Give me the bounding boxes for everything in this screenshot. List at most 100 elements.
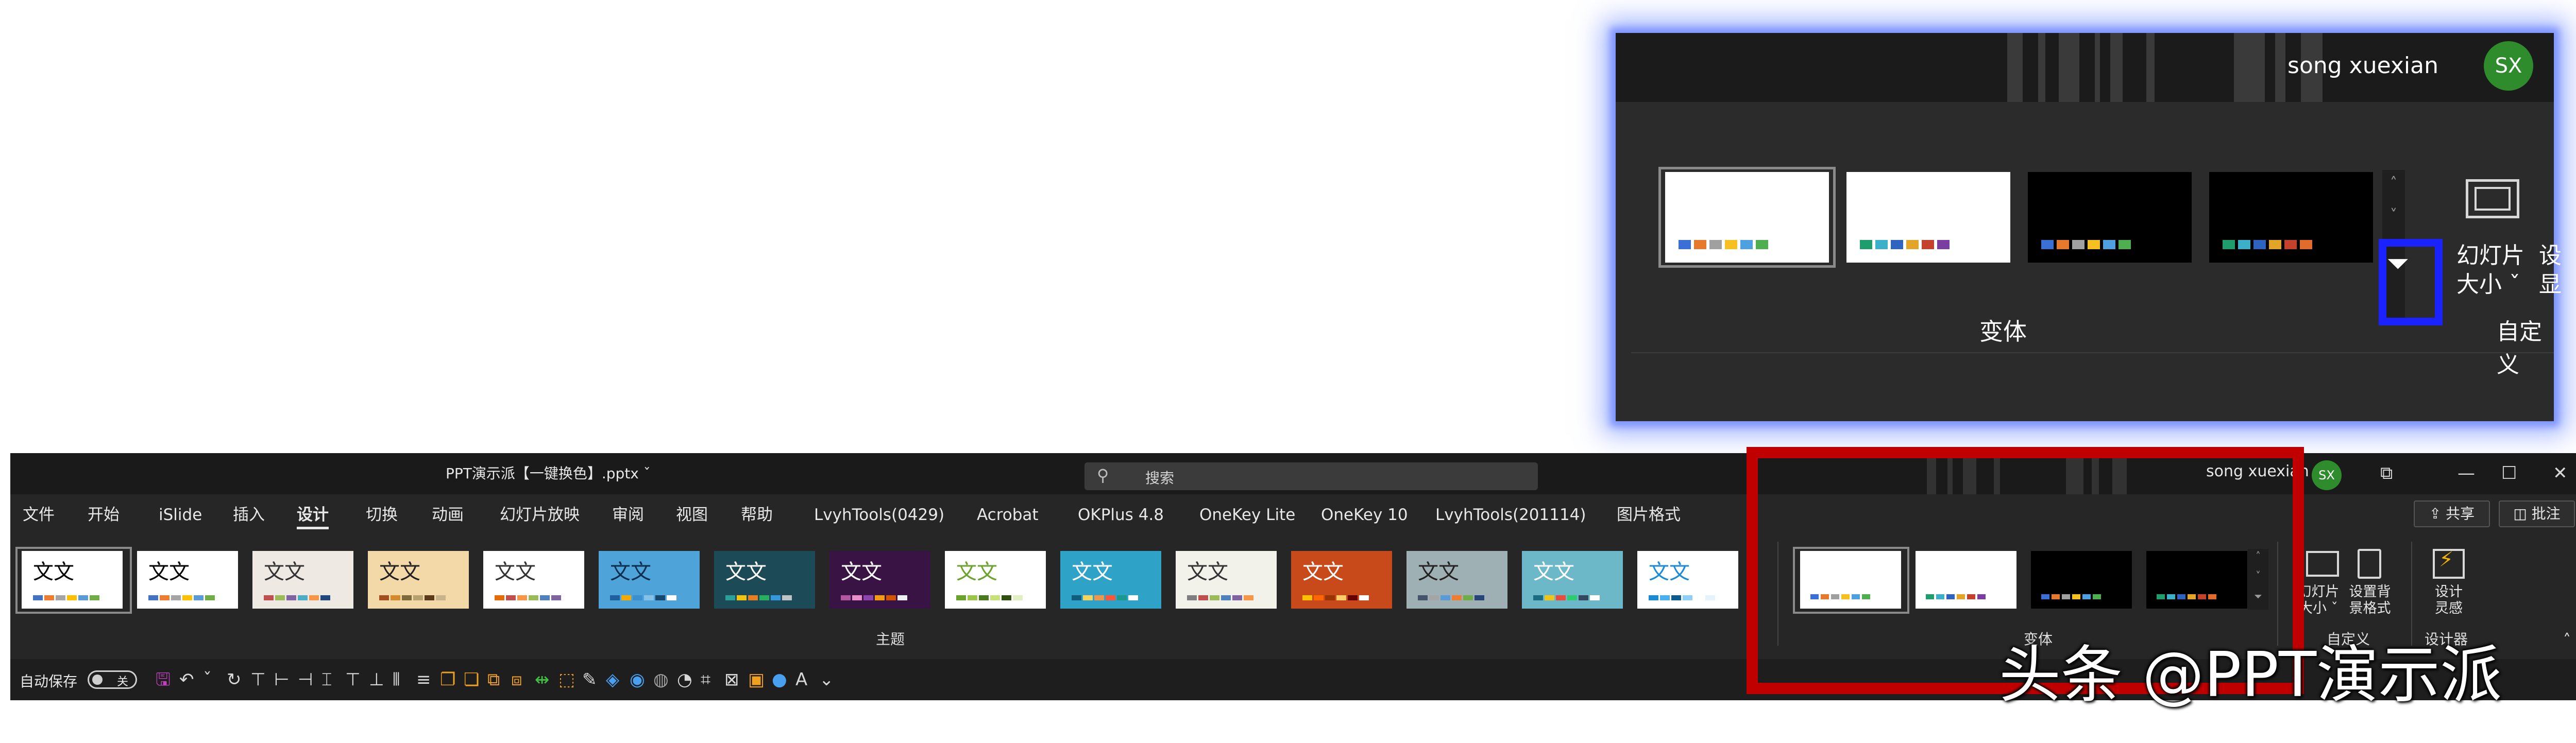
tab-2[interactable]: iSlide: [159, 504, 202, 526]
tab-4[interactable]: 设计: [297, 504, 329, 529]
align-bottom-icon[interactable]: ⊥: [369, 668, 384, 691]
size-icon[interactable]: ⇹: [535, 668, 550, 691]
theme-thumbnail[interactable]: 文文: [368, 551, 469, 609]
tab-6[interactable]: 动画: [432, 504, 464, 526]
close-icon[interactable]: ✕: [2553, 460, 2568, 486]
color-swatch: [1679, 240, 1691, 249]
shape-fill-icon[interactable]: ◈: [606, 668, 619, 691]
customize-qat-icon[interactable]: ⌄: [819, 668, 834, 691]
theme-thumbnail[interactable]: 文文: [137, 551, 238, 609]
theme-thumbnail[interactable]: 文文: [1060, 551, 1161, 609]
slide-size-icon[interactable]: [2306, 551, 2339, 577]
align-center-icon[interactable]: ⌶: [321, 668, 332, 691]
theme-thumbnail[interactable]: 文文: [252, 551, 353, 609]
tab-17[interactable]: 图片格式: [1617, 504, 1681, 526]
shape-effects-icon[interactable]: ◍: [653, 668, 669, 691]
comments-button[interactable]: ◫ 批注: [2499, 500, 2575, 527]
align-left-icon[interactable]: ⊢: [274, 668, 290, 691]
format-background-label-cut[interactable]: 设: [2539, 237, 2562, 270]
tab-16[interactable]: LvyhTools(201114): [1435, 504, 1586, 526]
theme-thumbnail[interactable]: 文文: [1637, 551, 1738, 609]
share-button[interactable]: ⇪ 共享: [2414, 500, 2490, 527]
align-middle-icon[interactable]: ⊤: [345, 668, 361, 691]
undo-icon[interactable]: ↶: [179, 668, 194, 691]
search-box[interactable]: ⚲ 搜索: [1084, 462, 1538, 490]
group-icon[interactable]: ⧉: [487, 668, 500, 691]
decor-stripe: [2059, 33, 2079, 102]
scroll-up-icon[interactable]: ˄: [2382, 174, 2405, 191]
tab-8[interactable]: 审阅: [612, 504, 644, 526]
design-ideas-icon[interactable]: ⚡: [2433, 548, 2465, 579]
document-title[interactable]: PPT演示派【一键换色】.pptx ˇ: [446, 462, 651, 485]
save-icon[interactable]: 🖫: [156, 668, 171, 691]
format-background-icon[interactable]: [2358, 549, 2381, 579]
variant-thumbnail[interactable]: [1846, 172, 2010, 263]
send-backward-icon[interactable]: ❏: [464, 668, 479, 691]
tab-12[interactable]: Acrobat: [977, 504, 1039, 526]
theme-thumbnail[interactable]: 文文: [829, 551, 930, 609]
maximize-icon[interactable]: ☐: [2501, 460, 2517, 486]
minimize-icon[interactable]: —: [2458, 460, 2475, 486]
color-swatch: [2300, 240, 2312, 249]
circle-icon[interactable]: ●: [772, 668, 787, 691]
redo-icon[interactable]: ↻: [227, 668, 242, 691]
selection-pane-icon[interactable]: ▣: [748, 668, 765, 691]
design-ideas-button[interactable]: 设计 灵感: [2418, 584, 2480, 617]
format-background-label-2: 景格式: [2349, 600, 2391, 616]
tab-11[interactable]: LvyhTools(0429): [814, 504, 944, 526]
tab-13[interactable]: OKPlus 4.8: [1078, 504, 1164, 526]
theme-thumbnail[interactable]: 文文: [945, 551, 1046, 609]
decor-stripe: [2275, 33, 2285, 102]
tab-9[interactable]: 视图: [676, 504, 708, 526]
theme-thumbnail[interactable]: 文文: [22, 551, 123, 609]
format-background-label-cut-2[interactable]: 显: [2539, 266, 2562, 299]
ungroup-icon[interactable]: ⧈: [511, 668, 522, 691]
variant-thumbnail[interactable]: [2028, 172, 2192, 263]
theme-sample-text: 文文: [33, 560, 74, 584]
format-background-button[interactable]: 设置背 景格式: [2339, 584, 2401, 617]
align-right-icon[interactable]: ⊣: [298, 668, 313, 691]
theme-thumbnail[interactable]: 文文: [483, 551, 584, 609]
tab-0[interactable]: 文件: [23, 504, 55, 526]
variant-thumbnail[interactable]: [2209, 172, 2373, 263]
distribute-vertical-icon[interactable]: ≡: [416, 668, 431, 691]
theme-thumbnail[interactable]: 文文: [1291, 551, 1392, 609]
theme-thumbnail[interactable]: 文文: [714, 551, 815, 609]
bring-forward-icon[interactable]: ❐: [440, 668, 455, 691]
font-color-icon[interactable]: A: [795, 668, 807, 691]
more-button-highlight: [2379, 239, 2443, 325]
theme-thumbnail[interactable]: 文文: [1176, 551, 1277, 609]
collapse-ribbon-icon[interactable]: ˄: [2563, 631, 2571, 649]
crop-icon[interactable]: ⌗: [701, 668, 710, 691]
slide-size-icon[interactable]: [2466, 179, 2519, 218]
theme-thumbnail[interactable]: 文文: [599, 551, 700, 609]
tab-5[interactable]: 切换: [366, 504, 398, 526]
picture-icon[interactable]: ⊠: [724, 668, 739, 691]
distribute-horizontal-icon[interactable]: ⫴: [393, 668, 400, 691]
edit-points-icon[interactable]: ✎: [582, 668, 597, 691]
decor-stripe: [2095, 33, 2100, 102]
tab-1[interactable]: 开始: [88, 504, 120, 526]
merge-shapes-icon[interactable]: ◔: [677, 668, 692, 691]
tab-15[interactable]: OneKey 10: [1321, 504, 1408, 526]
theme-thumbnail[interactable]: 文文: [1522, 551, 1623, 609]
variant-thumbnail[interactable]: [1665, 172, 1829, 263]
theme-thumbnail[interactable]: 文文: [1406, 551, 1507, 609]
shape-outline-icon[interactable]: ◉: [630, 668, 645, 691]
tab-3[interactable]: 插入: [233, 504, 265, 526]
avatar[interactable]: SX: [2312, 460, 2342, 490]
align-top-icon[interactable]: ⊤: [250, 668, 266, 691]
undo-dropdown-icon[interactable]: ˇ: [203, 668, 212, 691]
tab-7[interactable]: 幻灯片放映: [500, 504, 580, 526]
edit-shape-icon[interactable]: ⬚: [558, 668, 575, 691]
slide-size-label-2[interactable]: 大小 ˇ: [2456, 266, 2520, 299]
tab-10[interactable]: 帮助: [741, 504, 773, 526]
zoom-inset: song xuexian SX ˄ ˅ ⏷ 变体 幻灯片 大小 ˇ 设 显 自定…: [1616, 33, 2562, 421]
tab-14[interactable]: OneKey Lite: [1199, 504, 1295, 526]
scroll-down-icon[interactable]: ˅: [2382, 206, 2405, 223]
slide-size-label[interactable]: 幻灯片: [2456, 237, 2524, 270]
avatar[interactable]: SX: [2484, 41, 2533, 91]
autosave-toggle[interactable]: 关: [88, 670, 137, 689]
ribbon-display-options-icon[interactable]: ⧉: [2380, 460, 2393, 486]
user-name[interactable]: song xuexian: [2287, 50, 2438, 81]
